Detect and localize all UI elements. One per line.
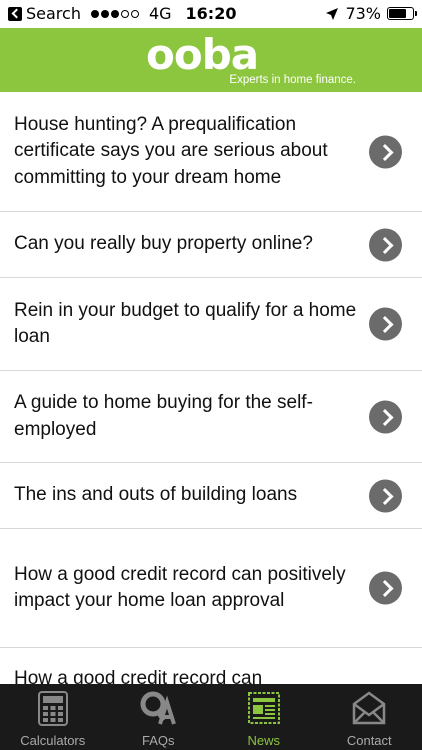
tab-label: News: [247, 733, 280, 748]
news-item-title: The ins and outs of building loans: [14, 484, 298, 506]
news-item[interactable]: House hunting? A prequalification certif…: [0, 92, 422, 212]
ooba-logo: ooba: [146, 30, 259, 79]
tab-contact[interactable]: Contact: [317, 684, 422, 750]
status-bar: Search 4G 16:20 73%: [0, 0, 422, 28]
news-item[interactable]: The ins and outs of building loans: [0, 463, 422, 529]
tab-calculators[interactable]: Calculators: [0, 684, 106, 750]
envelope-icon: [353, 691, 386, 725]
tab-label: FAQs: [141, 733, 175, 748]
chevron-right-icon[interactable]: [369, 479, 402, 512]
newspaper-icon: [247, 692, 280, 724]
status-right: 73%: [325, 4, 417, 23]
tab-label: Contact: [346, 733, 392, 748]
news-item[interactable]: How a good credit record can: [0, 648, 422, 684]
news-item-title: How a good credit record can: [14, 668, 263, 684]
news-item-title: How a good credit record can positively …: [14, 563, 346, 612]
news-item-title: Rein in your budget to qualify for a hom…: [14, 299, 357, 348]
news-item[interactable]: A guide to home buying for the self-empl…: [0, 371, 422, 463]
chevron-right-icon[interactable]: [369, 400, 402, 433]
tab-faqs[interactable]: FAQs: [106, 684, 212, 750]
battery-level: [389, 9, 406, 18]
calculator-icon: [37, 691, 68, 726]
news-item-title: House hunting? A prequalification certif…: [14, 113, 328, 188]
news-item[interactable]: Can you really buy property online?: [0, 212, 422, 278]
tab-label: Calculators: [20, 733, 86, 748]
news-item[interactable]: Rein in your budget to qualify for a hom…: [0, 278, 422, 371]
chevron-right-icon[interactable]: [369, 228, 402, 261]
battery-icon: [387, 7, 417, 20]
news-list[interactable]: House hunting? A prequalification certif…: [0, 92, 422, 684]
chevron-right-icon[interactable]: [369, 135, 402, 168]
news-item-title: Can you really buy property online?: [14, 233, 313, 255]
news-item[interactable]: How a good credit record can positively …: [0, 529, 422, 648]
location-arrow-icon: [326, 7, 339, 20]
chevron-right-icon[interactable]: [369, 571, 402, 605]
tab-news[interactable]: News: [211, 684, 317, 750]
tab-bar: Calculators FAQs News Contact: [0, 684, 422, 750]
chevron-right-icon[interactable]: [369, 307, 402, 341]
app-header: ooba Experts in home finance.: [0, 28, 422, 92]
battery-percent: 73%: [345, 4, 381, 23]
tagline: Experts in home finance.: [229, 74, 356, 86]
news-item-title: A guide to home buying for the self-empl…: [14, 392, 313, 440]
faq-icon: [140, 691, 177, 725]
